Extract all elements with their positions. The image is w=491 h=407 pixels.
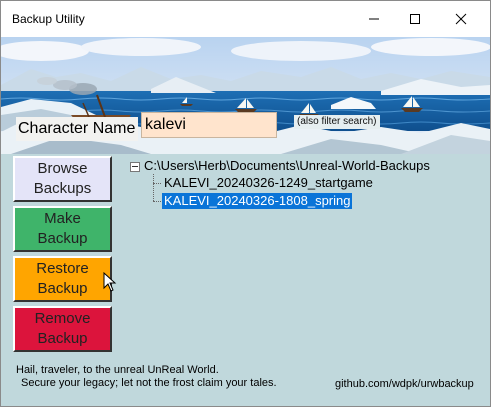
maximize-button[interactable] — [392, 1, 438, 37]
character-name-input[interactable] — [141, 112, 277, 138]
title-bar[interactable]: Backup Utility — [1, 1, 490, 37]
browse-backups-label: Browse Backups — [33, 160, 92, 197]
restore-backup-button[interactable]: Restore Backup — [13, 256, 112, 302]
close-button[interactable] — [438, 1, 484, 37]
make-backup-label: Make Backup — [37, 210, 88, 247]
greeting-line-2: Secure your legacy; let not the frost cl… — [21, 377, 277, 389]
remove-backup-button[interactable]: Remove Backup — [13, 306, 112, 352]
character-name-label: Character Name — [16, 117, 139, 141]
make-backup-button[interactable]: Make Backup — [13, 206, 112, 252]
backup-tree[interactable]: C:\Users\Herb\Documents\Unreal-World-Bac… — [123, 154, 479, 344]
tree-root-folder[interactable]: C:\Users\Herb\Documents\Unreal-World-Bac… — [144, 158, 430, 173]
filter-hint-label: (also filter search) — [294, 115, 381, 129]
minimize-button[interactable] — [351, 1, 397, 37]
minimize-icon — [369, 18, 379, 20]
collapse-icon[interactable] — [130, 162, 140, 172]
greeting-text: Hail, traveler, to the unreal UnReal Wor… — [16, 364, 277, 390]
tree-item-backup[interactable]: KALEVI_20240326-1249_startgame — [162, 175, 375, 191]
github-link[interactable]: github.com/wdpk/urwbackup — [335, 378, 474, 390]
tree-item-backup-selected[interactable]: KALEVI_20240326-1808_spring — [162, 193, 353, 209]
mouse-cursor-icon — [103, 272, 117, 292]
greeting-line-1: Hail, traveler, to the unreal UnReal Wor… — [16, 364, 219, 376]
restore-backup-label: Restore Backup — [36, 260, 89, 297]
maximize-icon — [410, 14, 420, 24]
window-title: Backup Utility — [12, 12, 85, 26]
close-icon — [455, 13, 467, 25]
browse-backups-button[interactable]: Browse Backups — [13, 156, 112, 202]
remove-backup-label: Remove Backup — [34, 310, 91, 347]
backup-utility-window: Backup Utility Character Name kalevi (al… — [0, 0, 491, 407]
